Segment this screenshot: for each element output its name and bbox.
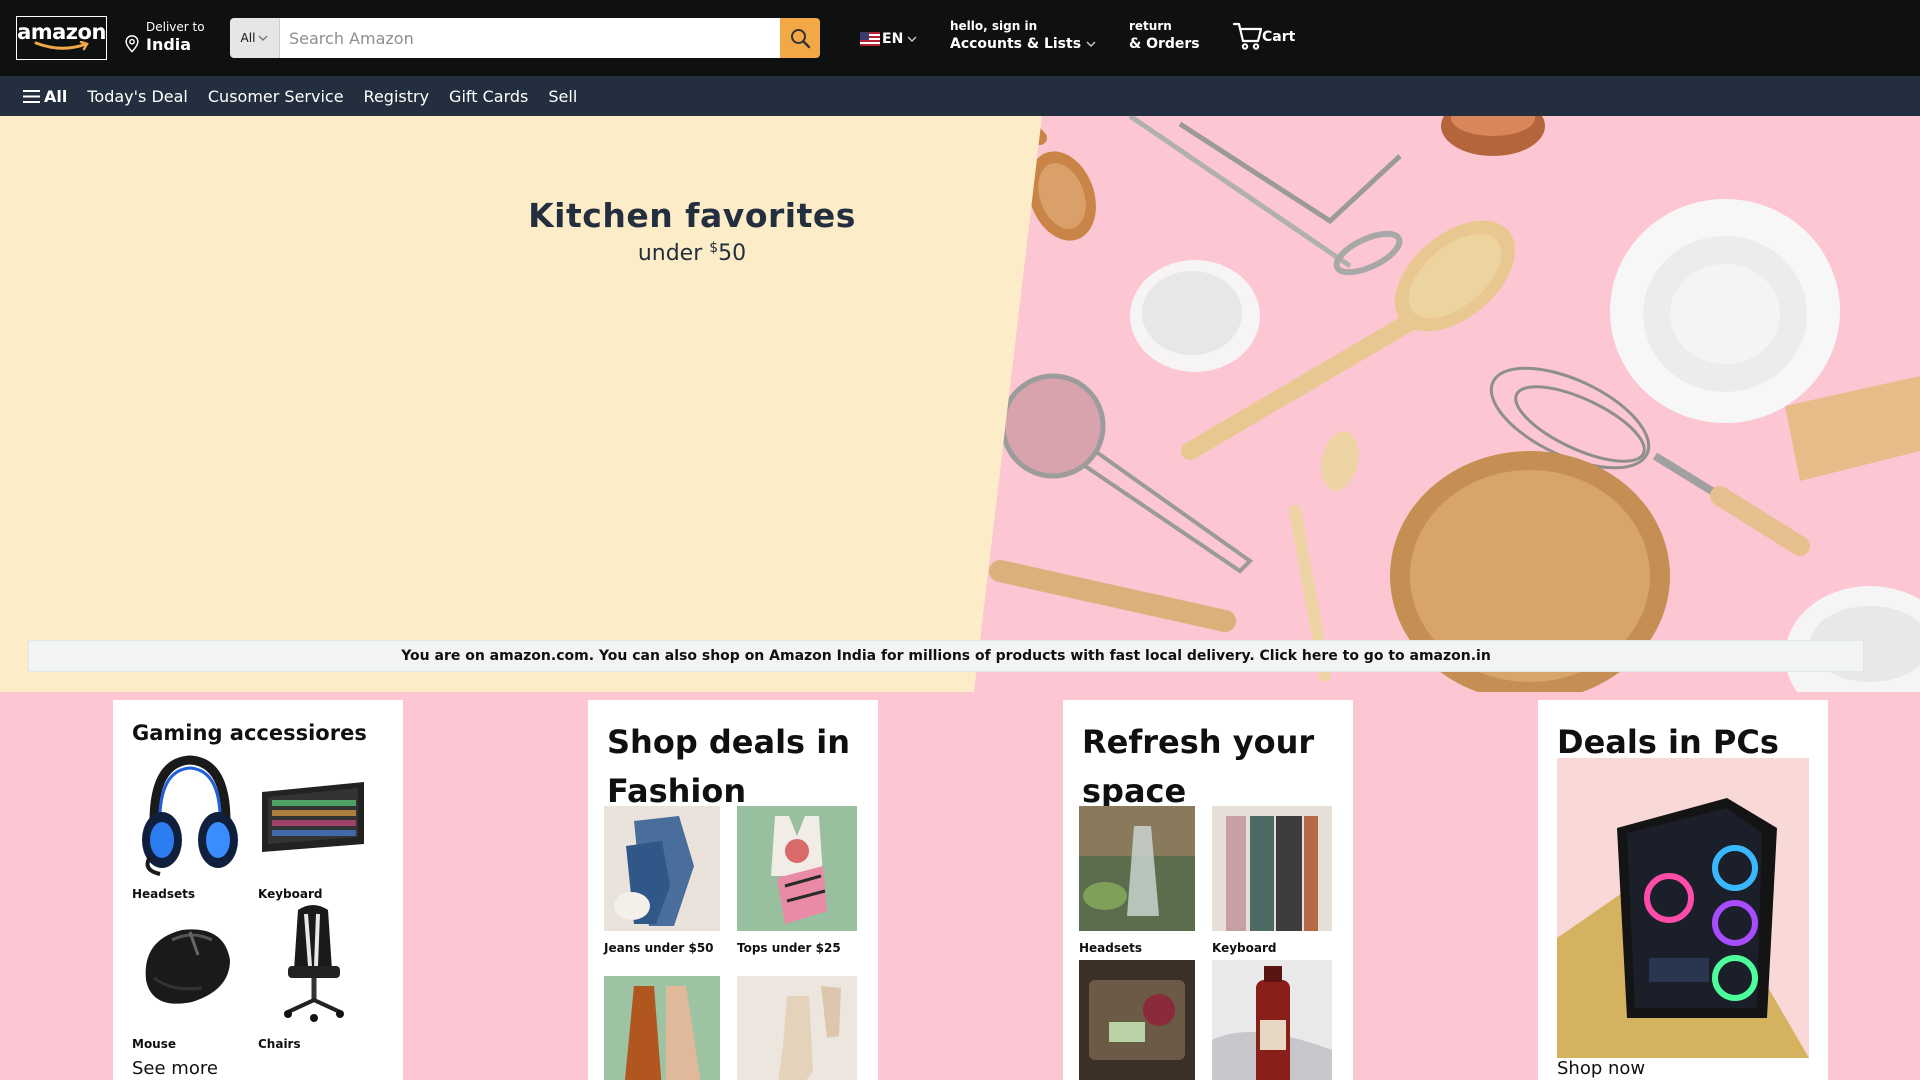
account-menu[interactable]: hello, sign in Accounts & Lists: [950, 18, 1096, 54]
card-title: Gaming accessiores: [132, 721, 367, 745]
tile-chairs[interactable]: Chairs: [258, 900, 368, 1051]
account-greeting: hello, sign in: [950, 19, 1038, 33]
boots-image: [737, 976, 857, 1080]
tile-jeans[interactable]: Jeans under $50: [604, 806, 720, 955]
nav-link-customer-service[interactable]: Cusomer Service: [208, 87, 344, 106]
search-bar: All: [230, 18, 820, 58]
tile-caption: Keyboard: [1212, 941, 1277, 955]
tile-headsets[interactable]: Headsets: [132, 752, 242, 901]
hero-banner[interactable]: Kitchen favorites under $50 You are on a…: [0, 116, 1920, 692]
tile-caption: Jeans under $50: [604, 941, 714, 955]
tops-image: [737, 806, 857, 931]
card-title: Shop deals in Fashion: [607, 723, 850, 810]
amazon-india-notice[interactable]: You are on amazon.com. You can also shop…: [28, 640, 1864, 672]
mouse-image: [145, 929, 230, 1004]
location-pin-icon: [125, 35, 139, 53]
search-icon: [791, 29, 811, 49]
gaming-pc-image: [1557, 758, 1809, 1058]
all-menu-button[interactable]: All: [22, 87, 67, 106]
nav-link-gift-cards[interactable]: Gift Cards: [449, 87, 528, 106]
tile-serveware[interactable]: [1079, 960, 1195, 1080]
nav-link-sell[interactable]: Sell: [548, 87, 577, 106]
all-menu-label: All: [44, 86, 68, 106]
refresh-space-card: Refresh your space Headsets Keyboard: [1063, 700, 1353, 1080]
deliver-location: India: [146, 34, 192, 54]
secondary-nav: All Today's Deal Cusomer Service Registr…: [0, 76, 1920, 116]
tile-caption: Chairs: [258, 1037, 301, 1051]
tile-caption: Headsets: [1079, 941, 1143, 955]
search-submit-button[interactable]: [780, 18, 820, 58]
tile-caption: Mouse: [132, 1037, 177, 1051]
keyboard-image: [262, 782, 364, 852]
tile-caption: Keyboard: [258, 887, 323, 901]
search-category-dropdown[interactable]: All: [230, 18, 280, 58]
bath-products-image: [1212, 960, 1332, 1080]
hero-subtitle-amount: 50: [718, 241, 747, 266]
hero-subtitle-prefix: under: [637, 241, 710, 266]
headset-image: [142, 755, 238, 876]
search-category-label: All: [240, 31, 256, 45]
hamburger-menu-icon: [23, 89, 40, 103]
tile-tops[interactable]: Tops under $25: [737, 806, 857, 955]
serveware-image: [1079, 960, 1195, 1080]
tile-glassware[interactable]: Headsets: [1079, 806, 1195, 955]
deliver-to-location[interactable]: Deliver to India: [124, 17, 205, 57]
gaming-accessories-card: Gaming accessiores Headsets Keyboard Mou…: [113, 700, 403, 1080]
chevron-down-icon: [1086, 41, 1096, 47]
cart-button[interactable]: Cart: [1232, 20, 1295, 52]
tile-caption: Tops under $25: [737, 941, 841, 955]
us-flag-icon: [860, 32, 880, 46]
tile-keyboard[interactable]: Keyboard: [258, 752, 368, 901]
language-selector[interactable]: EN: [860, 28, 917, 50]
jeans-image: [604, 806, 720, 931]
tile-boots[interactable]: [737, 976, 857, 1080]
glassware-image: [1079, 806, 1195, 931]
tile-mouse[interactable]: Mouse: [132, 900, 242, 1051]
card-title: Refresh your space: [1082, 723, 1315, 810]
logo-text: amazon: [17, 20, 106, 44]
towels-image: [1212, 806, 1332, 931]
amazon-logo[interactable]: amazon: [16, 16, 107, 60]
cart-icon: [1232, 22, 1263, 50]
returns-orders-link[interactable]: return & Orders: [1129, 18, 1200, 54]
tile-caption: Headsets: [132, 887, 196, 901]
chevron-down-icon: [258, 35, 268, 41]
logo-smile-icon: [34, 41, 89, 51]
deliver-label: Deliver to: [146, 19, 205, 34]
tile-dresses[interactable]: [604, 976, 720, 1080]
pc-deals-card: Deals in PCs Shop now: [1538, 700, 1828, 1080]
chevron-down-icon: [907, 36, 917, 42]
dresses-image: [604, 976, 720, 1080]
tile-gaming-pc[interactable]: [1557, 758, 1809, 1062]
tile-towels[interactable]: Keyboard: [1212, 806, 1332, 955]
account-lists-label: Accounts & Lists: [950, 36, 1082, 52]
top-header: amazon Deliver to India All Search Amazo…: [0, 0, 1920, 76]
cart-label: Cart: [1262, 29, 1296, 45]
see-more-link[interactable]: See more: [132, 1058, 218, 1079]
hero-title: Kitchen favorites: [528, 196, 856, 235]
language-code: EN: [882, 31, 904, 47]
nav-link-todays-deal[interactable]: Today's Deal: [87, 87, 188, 106]
returns-label: return: [1129, 19, 1172, 33]
orders-label: & Orders: [1129, 36, 1200, 52]
hero-subtitle: under $50: [0, 240, 1384, 266]
tile-bath[interactable]: [1212, 960, 1332, 1080]
nav-link-registry[interactable]: Registry: [364, 87, 430, 106]
search-input[interactable]: [280, 18, 780, 58]
fashion-deals-card: Shop deals in Fashion Jeans under $50 To…: [588, 700, 878, 1080]
hero-subtitle-currency: $: [709, 240, 719, 256]
gaming-chair-image: [284, 905, 344, 1022]
shop-now-link[interactable]: Shop now: [1557, 1058, 1645, 1079]
